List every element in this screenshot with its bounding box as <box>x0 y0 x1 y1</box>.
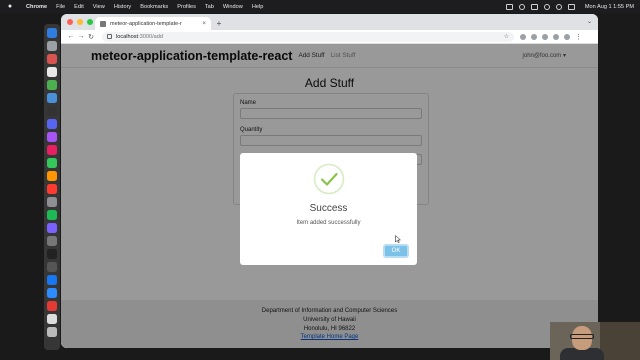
app-icon[interactable] <box>47 275 57 285</box>
window-controls <box>67 19 93 25</box>
macos-menu-bar: ● Chrome File Edit View History Bookmark… <box>0 0 640 13</box>
extension-icon[interactable] <box>520 33 526 40</box>
apple-menu-icon[interactable]: ● <box>6 2 14 11</box>
app-icon[interactable] <box>47 119 57 129</box>
chrome-icon[interactable] <box>47 80 57 90</box>
finder-icon[interactable] <box>47 28 57 38</box>
app-icon[interactable] <box>47 236 57 246</box>
dock <box>44 24 60 350</box>
back-icon[interactable]: ← <box>66 33 76 40</box>
menu-edit[interactable]: Edit <box>74 4 84 10</box>
webcam-overlay <box>550 322 640 360</box>
status-icons: Mon Aug 1 1:55 PM <box>505 3 634 10</box>
reload-icon[interactable]: ↻ <box>86 33 96 41</box>
dialog-title: Success <box>309 203 348 214</box>
battery-icon[interactable] <box>530 3 538 10</box>
tab-close-icon[interactable]: × <box>202 21 206 27</box>
mouse-pointer-icon <box>395 235 401 243</box>
spotify-icon[interactable] <box>47 210 57 220</box>
address-bar[interactable]: localhost :3000/add ☆ <box>102 31 514 42</box>
zoom-window-button[interactable] <box>87 19 93 25</box>
menu-file[interactable]: File <box>56 4 65 10</box>
tab-search-chevron-icon[interactable]: ⌄ <box>587 18 592 25</box>
app-icon[interactable] <box>47 223 57 233</box>
menu-history[interactable]: History <box>114 4 131 10</box>
messages-icon[interactable] <box>47 158 57 168</box>
forward-icon[interactable]: → <box>76 33 86 40</box>
siri-icon[interactable] <box>567 3 575 10</box>
wifi-icon[interactable] <box>543 3 550 10</box>
url-path: :3000/add <box>138 33 163 40</box>
app-icon[interactable] <box>47 145 57 155</box>
app-icon[interactable] <box>47 184 57 194</box>
extension-icon[interactable] <box>542 33 548 40</box>
webcam-background <box>600 322 640 360</box>
extensions-puzzle-icon[interactable] <box>553 33 559 40</box>
zoom-icon[interactable] <box>47 288 57 298</box>
webcam-presenter-glasses <box>570 334 594 339</box>
extension-icon[interactable] <box>531 33 537 40</box>
minimize-window-button[interactable] <box>77 19 83 25</box>
calendar-icon[interactable] <box>47 67 57 77</box>
success-check-icon <box>313 163 344 195</box>
profile-avatar-icon[interactable] <box>564 33 570 40</box>
browser-window: meteor-application-template-r × + ⌄ ← → … <box>61 14 598 348</box>
tab-strip: meteor-application-template-r × + ⌄ <box>61 14 598 30</box>
tab-title: meteor-application-template-r <box>110 20 182 27</box>
app-icon[interactable] <box>47 262 57 272</box>
search-icon[interactable] <box>555 3 562 10</box>
browser-toolbar: ← → ↻ localhost :3000/add ☆ ⋮ <box>61 30 598 44</box>
github-icon[interactable] <box>47 132 57 142</box>
app-icon[interactable] <box>47 106 57 116</box>
preview-icon[interactable] <box>47 314 57 324</box>
extension-icons: ⋮ <box>520 33 582 41</box>
close-window-button[interactable] <box>67 19 73 25</box>
launchpad-icon[interactable] <box>47 41 57 51</box>
page-content: meteor-application-template-react Add St… <box>61 44 598 348</box>
dialog-message: Item added successfully <box>296 220 361 226</box>
control-center-icon[interactable] <box>518 3 525 10</box>
browser-tab[interactable]: meteor-application-template-r × <box>95 17 211 30</box>
terminal-icon[interactable] <box>47 249 57 259</box>
new-tab-button[interactable]: + <box>214 17 224 30</box>
menu-help[interactable]: Help <box>252 4 264 10</box>
menu-bookmarks[interactable]: Bookmarks <box>140 4 168 10</box>
app-icon[interactable] <box>47 171 57 181</box>
app-icon[interactable] <box>47 54 57 64</box>
site-info-icon[interactable] <box>107 34 112 39</box>
url-host: localhost <box>116 33 139 40</box>
menu-profiles[interactable]: Profiles <box>177 4 196 10</box>
screen-record-icon[interactable] <box>505 3 513 10</box>
menu-view[interactable]: View <box>93 4 105 10</box>
ok-button[interactable]: OK <box>383 244 409 258</box>
app-icon[interactable] <box>47 197 57 207</box>
app-icon[interactable] <box>47 93 57 103</box>
menu-window[interactable]: Window <box>223 4 243 10</box>
trash-icon[interactable] <box>47 327 57 337</box>
menu-clock[interactable]: Mon Aug 1 1:55 PM <box>585 4 634 10</box>
menu-tab[interactable]: Tab <box>205 4 214 10</box>
kebab-menu-icon[interactable]: ⋮ <box>575 33 582 41</box>
menu-app-chrome[interactable]: Chrome <box>26 4 47 10</box>
favicon-icon <box>100 20 106 27</box>
acrobat-icon[interactable] <box>47 301 57 311</box>
success-dialog: Success Item added successfully OK <box>240 153 417 265</box>
bookmark-star-icon[interactable]: ☆ <box>504 33 509 40</box>
